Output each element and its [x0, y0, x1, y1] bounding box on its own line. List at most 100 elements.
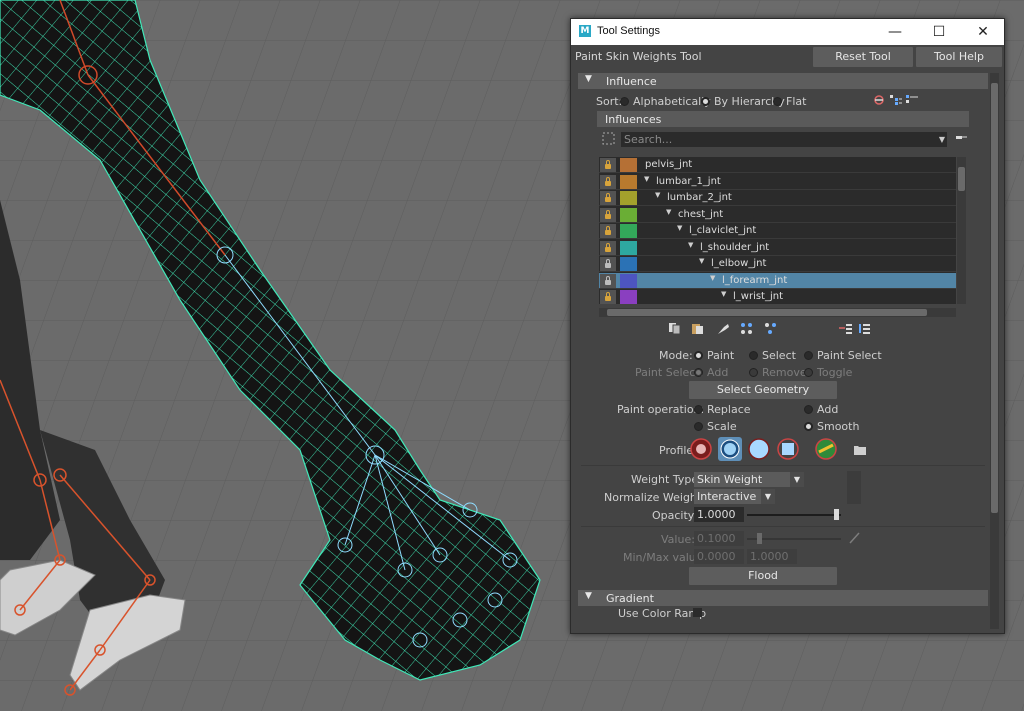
influence-color-swatch[interactable] — [620, 257, 637, 271]
profile-gaussian-icon[interactable] — [689, 437, 713, 461]
influence-color-swatch[interactable] — [620, 191, 637, 205]
expand-triangle-icon[interactable]: ▼ — [710, 274, 715, 282]
influence-name: lumbar_2_jnt — [667, 192, 732, 203]
influence-row[interactable]: ▼ chest_jnt — [599, 207, 956, 223]
select-influence-icon[interactable] — [602, 132, 616, 145]
influence-list[interactable]: pelvis_jnt ▼ lumbar_1_jnt ▼ lumbar_2_jnt ▼ che… — [599, 157, 956, 304]
lock-icon[interactable] — [600, 207, 616, 222]
maximize-button[interactable]: ☐ — [918, 19, 960, 45]
paint-op-smooth-radio[interactable] — [804, 422, 813, 431]
sort-flat-label: Flat — [786, 95, 807, 108]
pin-icon[interactable] — [954, 131, 968, 144]
normalize-weights-dropdown[interactable]: Interactive ▼ — [694, 489, 775, 504]
mode-paint-select-radio[interactable] — [804, 351, 813, 360]
move-weights-icon[interactable] — [740, 322, 754, 335]
paint-select-toggle-radio[interactable] — [804, 368, 813, 377]
sort-alphabetically-radio[interactable] — [620, 97, 629, 106]
folder-icon[interactable] — [853, 443, 867, 456]
paint-op-replace-radio[interactable] — [694, 405, 703, 414]
tool-help-button[interactable]: Tool Help — [916, 47, 1002, 67]
influence-row[interactable]: ▼ lumbar_1_jnt — [599, 174, 956, 190]
profile-soft-icon[interactable] — [718, 437, 742, 461]
window-scrollbar[interactable] — [990, 73, 999, 629]
paint-op-scale-radio[interactable] — [694, 422, 703, 431]
unlock-icon[interactable] — [600, 257, 616, 271]
influence-row[interactable]: ▼ l_elbow_jnt — [599, 256, 956, 272]
filter-icon[interactable] — [873, 94, 887, 107]
max-value-field[interactable]: 1.0000 — [747, 549, 797, 564]
influence-list-scrollbar[interactable] — [957, 157, 966, 304]
expand-triangle-icon[interactable]: ▼ — [699, 257, 704, 265]
close-button[interactable]: ✕ — [962, 19, 1004, 45]
paste-weights-icon[interactable] — [691, 322, 705, 335]
sort-alphabetically-label: Alphabetically — [633, 95, 711, 108]
expand-triangle-icon[interactable]: ▼ — [677, 224, 682, 232]
influence-section-header[interactable]: ▼ Influence — [578, 73, 988, 89]
mode-label: Mode: — [659, 349, 693, 362]
tool-settings-window[interactable]: M Tool Settings — ☐ ✕ Paint Skin Weights… — [570, 18, 1005, 634]
weight-hammer-icon[interactable] — [716, 322, 730, 335]
paint-select-add-radio[interactable] — [694, 368, 703, 377]
value-field[interactable]: 0.1000 — [694, 531, 744, 546]
expand-triangle-icon[interactable]: ▼ — [655, 191, 660, 199]
profile-image-icon[interactable] — [814, 437, 838, 461]
value-slider-handle[interactable] — [757, 533, 762, 544]
influence-row[interactable]: ▼ lumbar_2_jnt — [599, 190, 956, 206]
expand-triangle-icon[interactable]: ▼ — [721, 290, 726, 298]
opacity-slider-handle[interactable] — [834, 509, 839, 520]
title-bar[interactable]: M Tool Settings — ☐ ✕ — [571, 19, 1004, 45]
influence-color-swatch[interactable] — [620, 158, 637, 172]
gradient-section-header[interactable]: ▼ Gradient — [578, 590, 988, 606]
show-influences-icon[interactable] — [764, 322, 778, 335]
opacity-slider-track[interactable] — [747, 514, 841, 516]
influence-row[interactable]: ▼ l_shoulder_jnt — [599, 240, 956, 256]
influence-list-hscrollbar[interactable] — [599, 308, 956, 317]
influence-row[interactable]: ▼ l_claviclet_jnt — [599, 223, 956, 239]
search-dropdown-icon[interactable]: ▼ — [939, 132, 945, 147]
sort-flat-radio[interactable] — [773, 97, 782, 106]
lock-icon[interactable] — [600, 158, 616, 172]
influence-color-swatch[interactable] — [620, 224, 637, 238]
eyedropper-icon[interactable] — [848, 531, 862, 544]
influence-row[interactable]: ▼ l_forearm_jnt — [599, 272, 956, 289]
mode-select-radio[interactable] — [749, 351, 758, 360]
min-value-field[interactable]: 0.0000 — [694, 549, 744, 564]
profile-solid-icon[interactable] — [747, 437, 771, 461]
influence-search-input[interactable]: Search... ▼ — [621, 132, 947, 147]
lock-icon[interactable] — [600, 191, 616, 205]
select-geometry-button[interactable]: Select Geometry — [689, 381, 837, 399]
flood-button[interactable]: Flood — [689, 567, 837, 585]
influence-color-swatch[interactable] — [620, 174, 637, 189]
expand-tree-icon[interactable] — [889, 94, 903, 107]
lock-icon[interactable] — [600, 290, 616, 304]
lock-icon[interactable] — [600, 174, 616, 189]
expand-triangle-icon[interactable]: ▼ — [688, 241, 693, 249]
expand-triangle-icon[interactable]: ▼ — [666, 208, 671, 216]
use-color-ramp-checkbox[interactable] — [693, 608, 702, 617]
collapse-tree-icon[interactable] — [905, 94, 919, 107]
paint-select-remove-radio[interactable] — [749, 368, 758, 377]
copy-weights-icon[interactable] — [668, 322, 682, 335]
influence-color-swatch[interactable] — [620, 290, 637, 304]
influence-color-swatch[interactable] — [620, 240, 637, 255]
max-value: 1.0000 — [750, 550, 789, 563]
lock-icon[interactable] — [600, 240, 616, 255]
minimize-button[interactable]: — — [874, 19, 916, 45]
sort-by-hierarchy-radio[interactable] — [701, 97, 710, 106]
mode-paint-radio[interactable] — [694, 351, 703, 360]
weight-type-dropdown[interactable]: Skin Weight ▼ — [694, 472, 804, 487]
paint-op-add-radio[interactable] — [804, 405, 813, 414]
unlock-icon[interactable] — [600, 273, 616, 288]
influence-row[interactable]: ▼ l_wrist_jnt — [599, 289, 956, 304]
sort-list-icon[interactable] — [858, 322, 872, 335]
profile-square-icon[interactable] — [776, 437, 800, 461]
influence-color-swatch[interactable] — [620, 273, 637, 288]
reset-tool-button[interactable]: Reset Tool — [813, 47, 913, 67]
expand-triangle-icon[interactable]: ▼ — [644, 175, 649, 183]
influence-color-swatch[interactable] — [620, 207, 637, 222]
opacity-field[interactable]: 1.0000 — [694, 507, 744, 522]
influence-row[interactable]: pelvis_jnt — [599, 157, 956, 173]
window-title: Tool Settings — [597, 25, 660, 37]
lock-icon[interactable] — [600, 224, 616, 238]
filter-list-icon[interactable] — [839, 322, 853, 335]
